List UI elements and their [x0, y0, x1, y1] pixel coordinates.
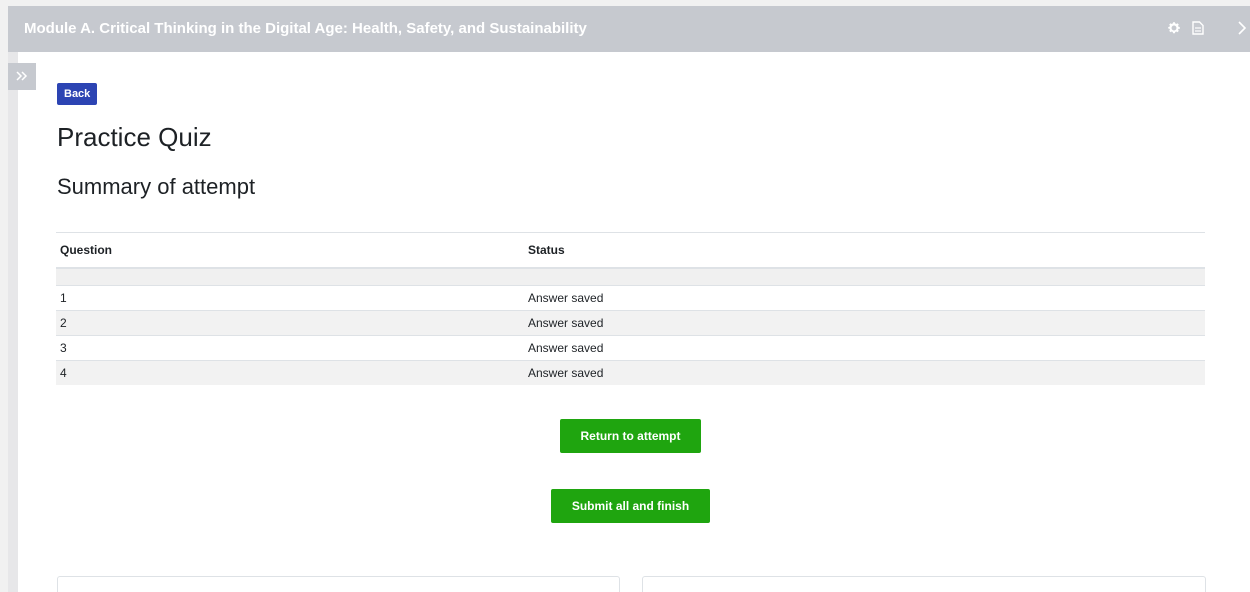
sidebar-strip [8, 52, 18, 592]
close-chevron-icon[interactable] [1232, 18, 1250, 38]
gear-icon[interactable] [1164, 18, 1184, 38]
table-row: 1 Answer saved [56, 285, 1205, 311]
back-button[interactable]: Back [57, 83, 98, 105]
question-number: 1 [56, 285, 524, 311]
table-row: 4 Answer saved [56, 360, 1205, 385]
course-header-bar: Module A. Critical Thinking in the Digit… [8, 6, 1250, 52]
question-number: 2 [56, 310, 524, 336]
question-number: 4 [56, 360, 524, 385]
next-activity-box[interactable] [642, 576, 1206, 592]
document-icon[interactable] [1188, 18, 1208, 38]
previous-activity-box[interactable] [57, 576, 620, 592]
question-status: Answer saved [524, 310, 1205, 336]
page-frame: Module A. Critical Thinking in the Digit… [8, 6, 1250, 592]
question-status: Answer saved [524, 360, 1205, 385]
summary-table: Question Status 1 Answer saved 2 Answer … [56, 232, 1205, 385]
question-status: Answer saved [524, 335, 1205, 361]
open-drawer-button[interactable] [8, 63, 36, 90]
return-to-attempt-button[interactable]: Return to attempt [560, 419, 701, 453]
page-title: Practice Quiz [57, 122, 212, 152]
column-header-question: Question [56, 232, 524, 269]
submit-all-and-finish-button[interactable]: Submit all and finish [551, 489, 710, 523]
question-number: 3 [56, 335, 524, 361]
question-status: Answer saved [524, 285, 1205, 311]
table-header-row: Question Status [56, 232, 1205, 269]
summary-heading: Summary of attempt [57, 174, 256, 199]
table-section-spacer [56, 267, 1205, 286]
table-row: 2 Answer saved [56, 310, 1205, 336]
course-title: Module A. Critical Thinking in the Digit… [24, 20, 587, 37]
column-header-status: Status [524, 232, 1205, 269]
double-chevron-right-icon [16, 68, 28, 86]
table-row: 3 Answer saved [56, 335, 1205, 361]
